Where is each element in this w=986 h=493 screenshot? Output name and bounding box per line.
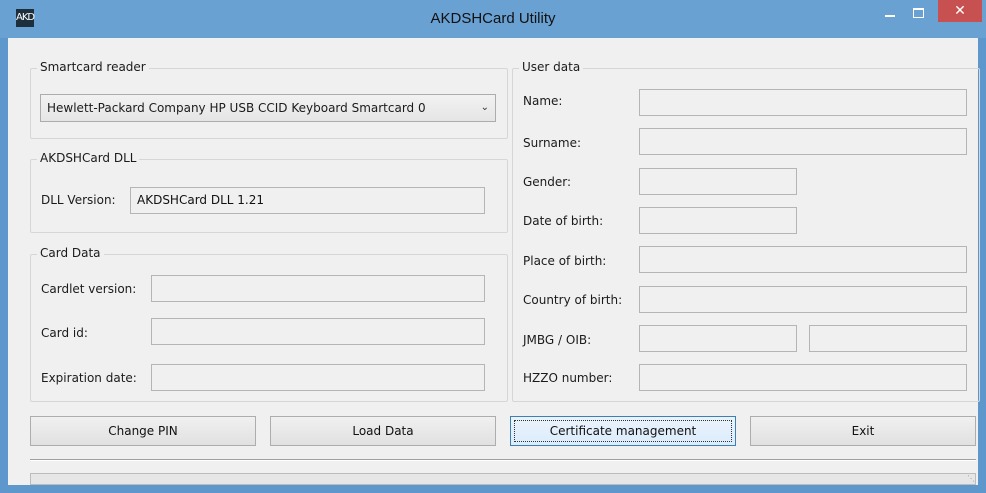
user-data-group: User data Name: Surname: Gender: Date of…: [512, 60, 980, 402]
dll-version-label: DLL Version:: [41, 193, 116, 207]
close-button[interactable]: ✕: [938, 0, 982, 22]
jmbg-field[interactable]: [639, 325, 797, 352]
country-of-birth-field[interactable]: [639, 286, 967, 313]
close-icon: ✕: [954, 3, 966, 19]
gender-label: Gender:: [523, 175, 572, 189]
country-of-birth-label: Country of birth:: [523, 293, 623, 307]
oib-field[interactable]: [809, 325, 967, 352]
progress-bar: [30, 473, 976, 485]
card-id-field[interactable]: [151, 318, 485, 345]
expiration-date-field[interactable]: [151, 364, 485, 391]
focus-rect: [514, 420, 732, 442]
app-window: AKD AKDSHCard Utility ✕ Smartcard reader…: [0, 0, 986, 493]
jmbg-oib-label: JMBG / OIB:: [523, 333, 592, 347]
place-of-birth-field[interactable]: [639, 246, 967, 273]
separator: [30, 459, 976, 461]
dll-group-title: AKDSHCard DLL: [37, 151, 140, 165]
minimize-button[interactable]: [877, 3, 903, 23]
maximize-icon: [913, 8, 924, 18]
gender-field[interactable]: [639, 168, 797, 195]
chevron-down-icon: ⌄: [480, 102, 489, 113]
date-of-birth-field[interactable]: [639, 207, 797, 234]
smartcard-reader-value: Hewlett-Packard Company HP USB CCID Keyb…: [47, 101, 426, 115]
smartcard-reader-title: Smartcard reader: [37, 60, 149, 74]
change-pin-button[interactable]: Change PIN: [30, 416, 256, 446]
place-of-birth-label: Place of birth:: [523, 254, 607, 268]
surname-label: Surname:: [523, 136, 582, 150]
smartcard-reader-select[interactable]: Hewlett-Packard Company HP USB CCID Keyb…: [40, 94, 496, 122]
maximize-button[interactable]: [904, 3, 932, 23]
minimize-icon: [885, 15, 895, 17]
dll-group: AKDSHCard DLL DLL Version: AKDSHCard DLL…: [30, 151, 508, 233]
card-data-title: Card Data: [37, 246, 104, 260]
surname-field[interactable]: [639, 128, 967, 155]
hzzo-number-label: HZZO number:: [523, 371, 613, 385]
title-bar[interactable]: AKD AKDSHCard Utility ✕: [0, 0, 986, 38]
exit-button[interactable]: Exit: [750, 416, 976, 446]
client-area: Smartcard reader Hewlett-Packard Company…: [8, 38, 980, 485]
card-id-label: Card id:: [41, 326, 88, 340]
user-data-title: User data: [519, 60, 584, 74]
smartcard-reader-group: Smartcard reader Hewlett-Packard Company…: [30, 60, 508, 139]
card-data-group: Card Data Cardlet version: Card id: Expi…: [30, 246, 508, 402]
hzzo-number-field[interactable]: [639, 364, 967, 391]
window-title: AKDSHCard Utility: [430, 10, 556, 27]
dll-version-field[interactable]: AKDSHCard DLL 1.21: [130, 187, 485, 214]
cardlet-version-field[interactable]: [151, 275, 485, 302]
name-label: Name:: [523, 94, 563, 108]
name-field[interactable]: [639, 89, 967, 116]
load-data-button[interactable]: Load Data: [270, 416, 496, 446]
cardlet-version-label: Cardlet version:: [41, 282, 137, 296]
resize-grip-icon[interactable]: ⋱: [967, 474, 977, 484]
expiration-date-label: Expiration date:: [41, 371, 137, 385]
certificate-management-button[interactable]: Certificate management: [510, 416, 736, 446]
date-of-birth-label: Date of birth:: [523, 214, 604, 228]
